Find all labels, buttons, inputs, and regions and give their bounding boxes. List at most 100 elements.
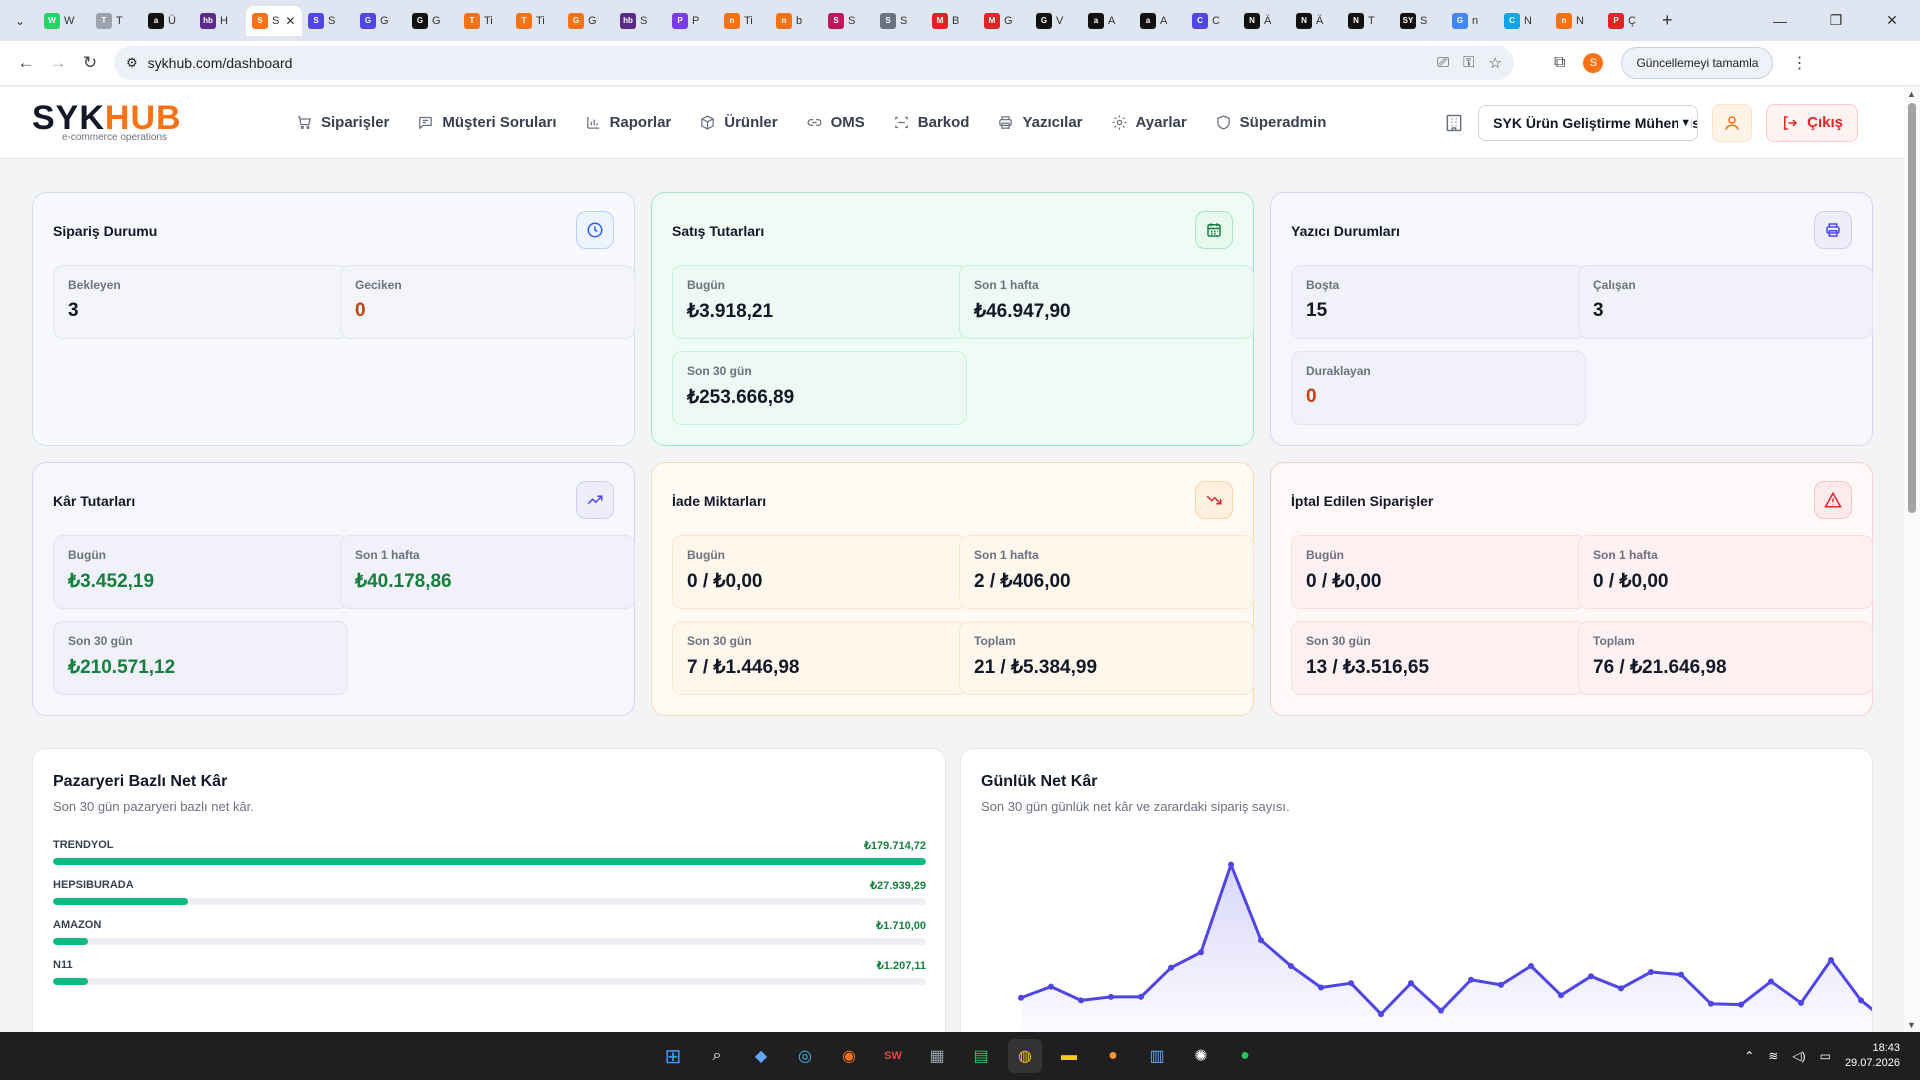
wifi-icon[interactable]: ≋ [1768, 1049, 1778, 1063]
chart-point[interactable] [1108, 993, 1114, 1000]
browser-tab[interactable]: nb [770, 6, 822, 36]
file-explorer-icon[interactable]: ▬ [1052, 1039, 1086, 1073]
calculator-icon[interactable]: ▦ [920, 1039, 954, 1073]
app-circle-icon[interactable]: ◎ [788, 1039, 822, 1073]
browser-tab[interactable]: n Ti [718, 6, 770, 36]
browser-tab[interactable]: GV [1030, 6, 1082, 36]
chart-point[interactable] [1528, 962, 1534, 969]
spreadsheet-icon[interactable]: ▤ [964, 1039, 998, 1073]
notepad-icon[interactable]: ▥ [1140, 1039, 1174, 1073]
browser-tab[interactable]: S S ✕ [246, 5, 302, 36]
chart-point[interactable] [1228, 861, 1234, 868]
nav-item[interactable]: OMS [806, 114, 865, 131]
back-button[interactable]: ← [10, 47, 42, 79]
page-scrollbar[interactable]: ▲ ▼ [1904, 87, 1920, 1032]
chrome-icon[interactable]: ◍ [1008, 1039, 1042, 1073]
browser-tab[interactable]: GG [354, 6, 406, 36]
nav-item[interactable]: Yazıcılar [997, 114, 1083, 131]
windows-start-icon[interactable]: ⊞ [656, 1039, 690, 1073]
install-app-icon[interactable]: ⎚ [1437, 54, 1449, 72]
search-icon[interactable]: ⌕ [700, 1039, 734, 1073]
nav-item[interactable]: Ürünler [699, 114, 778, 131]
browser-tab[interactable]: MG [978, 6, 1030, 36]
browser-tab[interactable]: SS [874, 6, 926, 36]
minimize-button[interactable]: — [1752, 0, 1808, 41]
maximize-button[interactable]: ❐ [1808, 0, 1864, 41]
browser-tab[interactable]: GG [562, 6, 614, 36]
browser-tab[interactable]: NÄ [1238, 6, 1290, 36]
chart-point[interactable] [1738, 1001, 1744, 1008]
reload-button[interactable]: ↻ [74, 47, 106, 79]
battery-icon[interactable]: ▭ [1820, 1049, 1831, 1063]
nav-item[interactable]: Siparişler [296, 114, 389, 131]
browser-tab[interactable]: hb S [614, 6, 666, 36]
scroll-up-arrow[interactable]: ▲ [1907, 89, 1916, 99]
browser-tab[interactable]: aA [1082, 6, 1134, 36]
chart-point[interactable] [1138, 993, 1144, 1000]
browser-tab[interactable]: T Ti [458, 6, 510, 36]
browser-tab[interactable]: Gn [1446, 6, 1498, 36]
browser-tab[interactable]: PÇ [1602, 6, 1654, 36]
chatgpt-icon[interactable]: ✺ [1184, 1039, 1218, 1073]
extensions-icon[interactable]: ⧉ [1554, 54, 1565, 72]
chart-point[interactable] [1498, 981, 1504, 988]
chart-point[interactable] [1678, 971, 1684, 978]
scroll-thumb[interactable] [1908, 103, 1916, 513]
address-bar[interactable]: ⚙ sykhub.com/dashboard ⎚ ⚿ ☆ [114, 46, 1514, 80]
nav-item[interactable]: Müşteri Soruları [417, 114, 557, 131]
tray-chevron-icon[interactable]: ⌃ [1744, 1049, 1754, 1063]
browser-tab[interactable]: hb H [194, 6, 246, 36]
tab-search-button[interactable]: ⌄ [8, 9, 32, 33]
browser-tab[interactable]: GG [406, 6, 458, 36]
chart-point[interactable] [1018, 994, 1024, 1001]
logo[interactable]: SYKHUB e-commerce operations [32, 101, 262, 143]
browser-tab[interactable]: PP [666, 6, 718, 36]
chart-point[interactable] [1468, 976, 1474, 983]
chart-point[interactable] [1618, 985, 1624, 992]
chart-point[interactable] [1378, 1011, 1384, 1018]
chart-point[interactable] [1588, 973, 1594, 980]
chart-point[interactable] [1198, 949, 1204, 956]
chart-point[interactable] [1858, 997, 1864, 1004]
chart-point[interactable] [1258, 937, 1264, 944]
firefox-icon[interactable]: ● [1096, 1039, 1130, 1073]
nav-item[interactable]: Süperadmin [1215, 114, 1326, 131]
solidworks-icon[interactable]: SW [876, 1039, 910, 1073]
company-select[interactable]: SYK Ürün Geliştirme Mühendislik ▼ [1478, 104, 1699, 141]
chart-point[interactable] [1078, 997, 1084, 1004]
nav-item[interactable]: Ayarlar [1111, 114, 1187, 131]
browser-tab[interactable]: NÄ [1290, 6, 1342, 36]
clock[interactable]: 18:43 29.07.2026 [1845, 1041, 1900, 1071]
scroll-down-arrow[interactable]: ▼ [1907, 1020, 1916, 1030]
browser-tab[interactable]: CC [1186, 6, 1238, 36]
close-window-button[interactable]: ✕ [1864, 0, 1920, 41]
chart-point[interactable] [1798, 999, 1804, 1006]
tab-close-icon[interactable]: ✕ [285, 14, 295, 28]
forward-button[interactable]: → [42, 47, 74, 79]
chart-point[interactable] [1828, 956, 1834, 963]
chart-point[interactable] [1648, 969, 1654, 976]
user-profile-button[interactable] [1712, 103, 1753, 142]
browser-tab[interactable]: WW [38, 6, 90, 36]
browser-tab[interactable]: TT [90, 6, 142, 36]
volume-icon[interactable]: ◁) [1792, 1049, 1805, 1063]
browser-tab[interactable]: SY S [1394, 6, 1446, 36]
chart-point[interactable] [1768, 978, 1774, 985]
browser-tab[interactable]: nN [1550, 6, 1602, 36]
site-info-icon[interactable]: ⚙ [126, 55, 138, 71]
browser-tab[interactable]: NT [1342, 6, 1394, 36]
chart-point[interactable] [1348, 980, 1354, 987]
browser-tab[interactable]: aA [1134, 6, 1186, 36]
logout-button[interactable]: Çıkış [1766, 103, 1858, 142]
update-button[interactable]: Güncellemeyi tamamla [1621, 47, 1774, 79]
chart-point[interactable] [1288, 962, 1294, 969]
chart-point[interactable] [1438, 1007, 1444, 1014]
chart-point[interactable] [1408, 980, 1414, 987]
browser-tab[interactable]: SS [822, 6, 874, 36]
profile-avatar[interactable]: S [1583, 53, 1604, 73]
app-green-icon[interactable]: ● [1228, 1039, 1262, 1073]
browser-tab[interactable]: aÜ [142, 6, 194, 36]
nav-item[interactable]: Raporlar [585, 114, 671, 131]
app-drop-icon[interactable]: ◆ [744, 1039, 778, 1073]
nav-item[interactable]: Barkod [893, 114, 969, 131]
